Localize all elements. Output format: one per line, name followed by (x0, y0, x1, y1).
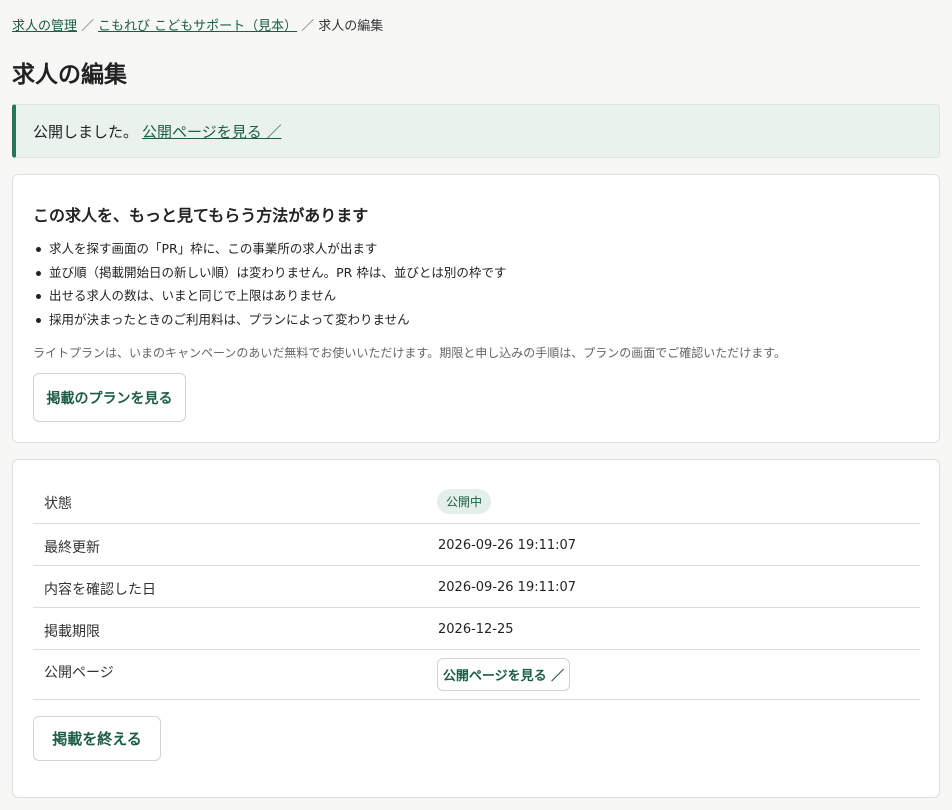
job-info-table: 状態 公開中 最終更新 2026-09-26 19:11:07 内容を確認した日… (33, 480, 920, 700)
status-label: 状態 (44, 496, 72, 512)
breadcrumb-link-job-management[interactable]: 求人の管理 (12, 19, 77, 34)
table-row: 掲載期限 2026-12-25 (33, 608, 920, 650)
list-item: 採用が決まったときのご利用料は、プランによって変わりません (35, 308, 506, 332)
flash-text: 公開しました。 (33, 122, 139, 141)
flash-public-page-link[interactable]: 公開ページを見る ／ (142, 121, 281, 142)
expiry-date-label: 掲載期限 (44, 624, 100, 640)
promo-title: この求人を、もっと見てもらう方法があります (33, 206, 369, 225)
confirmed-date-value: 2026-09-26 19:11:07 (438, 580, 577, 595)
table-row: 状態 公開中 (33, 480, 920, 524)
breadcrumb-current: 求人の編集 (318, 19, 384, 34)
breadcrumb-link-facility[interactable]: こもれび こどもサポート（見本） (98, 19, 297, 34)
expiry-date-value: 2026-12-25 (438, 622, 514, 637)
promo-note: ライトプランは、いまのキャンペーンのあいだ無料でお使いいただけます。期限と申し込… (33, 346, 787, 360)
status-badge: 公開中 (437, 489, 492, 514)
page-title: 求人の編集 (12, 62, 127, 88)
table-row: 最終更新 2026-09-26 19:11:07 (33, 524, 920, 566)
breadcrumb-separator: ／ (81, 19, 95, 34)
list-item: 並び順（掲載開始日の新しい順）は変わりません。PR 枠は、並びとは別の枠です (35, 261, 506, 285)
view-public-page-button[interactable]: 公開ページを見る ／ (437, 658, 570, 691)
list-item: 求人を探す画面の「PR」枠に、この事業所の求人が出ます (35, 237, 506, 261)
view-plans-button[interactable]: 掲載のプランを見る (33, 373, 186, 422)
last-updated-value: 2026-09-26 19:11:07 (438, 538, 577, 553)
breadcrumb-separator: ／ (301, 19, 315, 34)
end-listing-button[interactable]: 掲載を終える (33, 716, 161, 761)
job-status-card: 状態 公開中 最終更新 2026-09-26 19:11:07 内容を確認した日… (12, 459, 940, 798)
public-page-label: 公開ページ (44, 665, 114, 681)
table-row: 内容を確認した日 2026-09-26 19:11:07 (33, 566, 920, 608)
confirmed-date-label: 内容を確認した日 (44, 582, 156, 598)
list-item: 出せる求人の数は、いまと同じで上限はありません (35, 284, 506, 308)
flash-message: 公開しました。 公開ページを見る ／ (12, 104, 940, 158)
last-updated-label: 最終更新 (44, 540, 100, 556)
table-row: 公開ページ 公開ページを見る ／ (33, 650, 920, 700)
promo-bullet-list: 求人を探す画面の「PR」枠に、この事業所の求人が出ます 並び順（掲載開始日の新し… (35, 237, 506, 331)
breadcrumb: 求人の管理／こもれび こどもサポート（見本）／求人の編集 (12, 15, 383, 34)
promo-card: この求人を、もっと見てもらう方法があります 求人を探す画面の「PR」枠に、この事… (12, 174, 940, 443)
